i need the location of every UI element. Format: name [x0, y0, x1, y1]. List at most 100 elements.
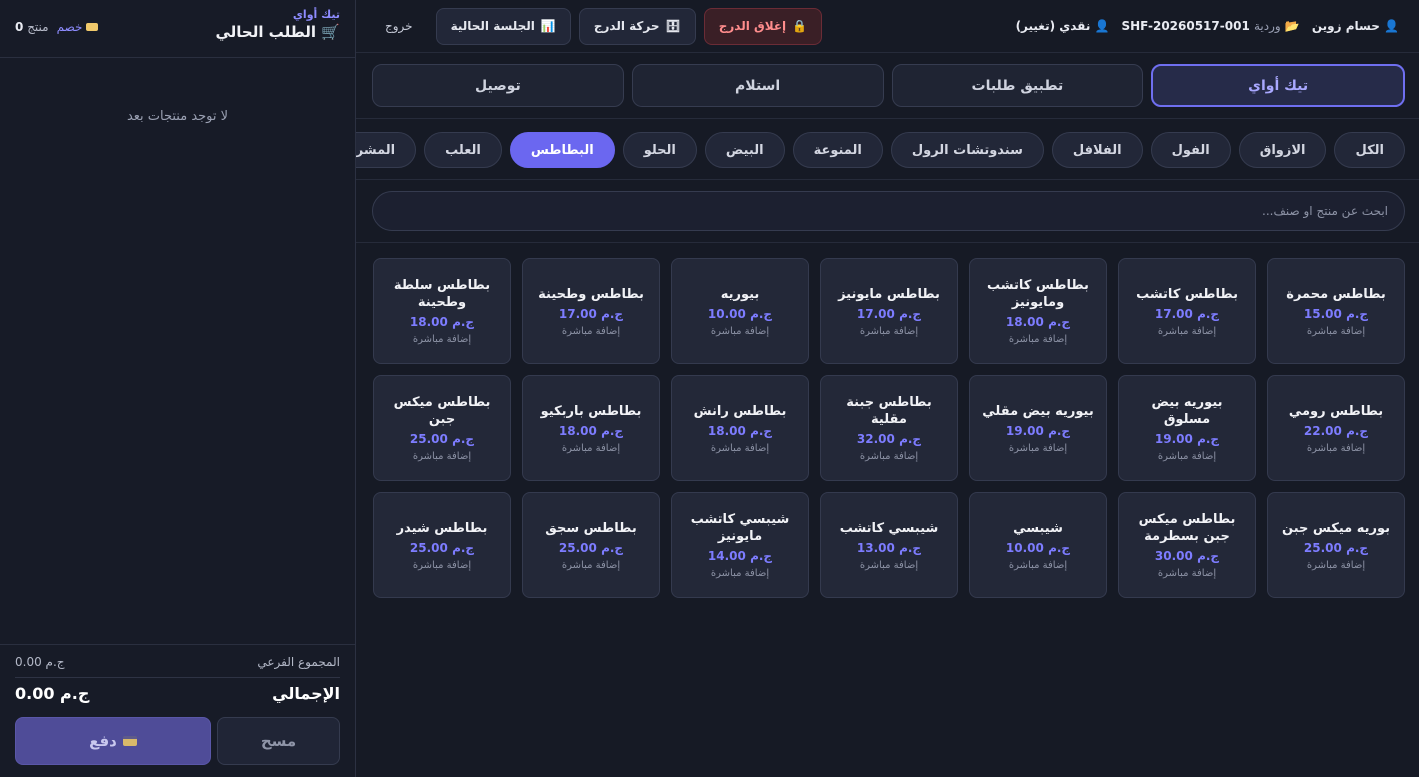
product-card[interactable]: بوريه ميكس جبن ج.م 25.00 إضافة مباشرة — [1267, 492, 1405, 598]
folder-icon: 📂 — [1284, 19, 1300, 33]
product-name: بيوريه — [720, 286, 760, 302]
subtotal-row: المجموع الفرعي ج.م 0.00 — [15, 655, 340, 669]
category-all[interactable]: الكل — [1334, 132, 1405, 168]
product-card[interactable]: بطاطس ميكس جبن ج.م 25.00 إضافة مباشرة — [373, 375, 511, 481]
cart-panel: تيك أواي 🛒 الطلب الحالي منتج 0 خصم لا تو… — [0, 0, 356, 777]
product-price: ج.م 25.00 — [409, 432, 475, 446]
product-price: ج.م 17.00 — [856, 306, 922, 321]
order-type-delivery[interactable]: توصيل — [372, 64, 624, 107]
top-bar: 👤 حسام زوين 📂 وردية SHF-20260517-001 👤 ن… — [356, 0, 1419, 53]
product-card[interactable]: بطاطس كاتشب ومايونيز ج.م 18.00 إضافة مباشر… — [969, 258, 1107, 364]
category-eggs[interactable]: البيض — [704, 132, 785, 168]
product-card[interactable]: بطاطس سجق ج.م 25.00 إضافة مباشرة — [522, 492, 660, 598]
payment-mode[interactable]: 👤 نقدي (تغيير) — [1016, 19, 1110, 33]
product-card[interactable]: بطاطس رانش ج.م 18.00 إضافة مباشرة — [671, 375, 809, 481]
product-add-label: إضافة مباشرة — [859, 451, 919, 462]
category-sweets[interactable]: الحلو — [622, 132, 697, 168]
product-price: ج.م 10.00 — [1005, 540, 1071, 555]
product-add-label: إضافة مباشرة — [412, 559, 472, 571]
product-card[interactable]: شيبسي كاتشب مايونيز ج.م 14.00 إضافة مباشرة — [671, 492, 809, 598]
product-card[interactable]: بطاطس باربكيو ج.م 18.00 إضافة مباشرة — [522, 375, 660, 481]
product-price: ج.م 25.00 — [1303, 540, 1369, 555]
credit-card-icon — [122, 736, 137, 746]
search-input[interactable] — [372, 191, 1405, 231]
category-azwaq[interactable]: الازواق — [1238, 132, 1327, 168]
cart-title-block: تيك أواي 🛒 الطلب الحالي — [215, 8, 340, 41]
product-add-label: إضافة مباشرة — [561, 325, 621, 337]
product-name: بطاطس ميكس جبن — [393, 395, 491, 427]
product-name: بطاطس كاتشب — [1136, 286, 1238, 302]
product-price: ج.م 17.00 — [558, 306, 624, 321]
product-card[interactable]: بيوريه بيض مقلي ج.م 19.00 إضافة مباشرة — [969, 375, 1107, 481]
product-price: ج.م 14.00 — [707, 549, 773, 563]
product-card[interactable]: بطاطس رومي ج.م 22.00 إضافة مباشرة — [1267, 375, 1405, 481]
clear-button[interactable]: مسح — [217, 717, 340, 765]
product-card[interactable]: بيوريه ج.م 10.00 إضافة مباشرة — [671, 258, 809, 364]
category-drinks[interactable]: المشروبات — [356, 132, 417, 168]
product-card[interactable]: بطاطس جبنة مقلية ج.م 32.00 إضافة مباشرة — [820, 375, 958, 481]
product-price: ج.م 17.00 — [1154, 306, 1220, 321]
product-add-label: إضافة مباشرة — [1157, 325, 1217, 337]
product-card[interactable]: بطاطس سلطة وطحينة ج.م 18.00 إضافة مباشرة — [373, 258, 511, 364]
logout-button[interactable]: خروج — [370, 8, 428, 45]
category-potatoes[interactable]: البطاطس — [509, 132, 615, 168]
order-type-pickup[interactable]: استلام — [631, 64, 884, 107]
product-card[interactable]: بطاطس ميكس جبن بسطرمة ج.م 30.00 إضافة مباش… — [1118, 492, 1256, 598]
category-boxes[interactable]: العلب — [424, 132, 502, 168]
product-price: ج.م 18.00 — [707, 423, 773, 438]
product-price: ج.م 10.00 — [707, 306, 773, 321]
product-card[interactable]: بطاطس مايونيز ج.م 17.00 إضافة مباشرة — [820, 258, 958, 364]
product-card[interactable]: بطاطس شيدر ج.م 25.00 إضافة مباشرة — [373, 492, 511, 598]
product-card[interactable]: شيبسي كاتشب ج.م 13.00 إضافة مباشرة — [820, 492, 958, 598]
category-roll-sandwiches[interactable]: سندوتشات الرول — [890, 132, 1044, 168]
shopping-cart-icon: 🛒 — [321, 23, 340, 41]
pay-button[interactable]: دفع — [15, 717, 211, 765]
product-name: بوريه ميكس جبن — [1282, 520, 1390, 536]
order-type-app[interactable]: تطبيق طلبات — [891, 64, 1144, 107]
category-bar: الكل الازواق الفول الفلافل سندوتشات الرو… — [356, 118, 1419, 180]
order-type-takeaway[interactable]: تيك أواي — [1151, 64, 1405, 107]
divider — [15, 677, 340, 678]
product-name: شيبسي كاتشب مايونيز — [690, 512, 790, 544]
product-add-label: إضافة مباشرة — [1306, 442, 1366, 454]
product-card[interactable]: شيبسي ج.م 10.00 إضافة مباشرة — [969, 492, 1107, 598]
product-name: بيوريه بيض مقلي — [982, 403, 1094, 419]
total-label: الإجمالي — [272, 684, 340, 703]
cart-title-text: الطلب الحالي — [215, 23, 317, 41]
shift: 📂 وردية SHF-20260517-001 — [1121, 19, 1299, 33]
product-add-label: إضافة مباشرة — [561, 442, 621, 454]
product-card[interactable]: بطاطس محمرة ج.م 15.00 إضافة مباشرة — [1267, 258, 1405, 364]
product-card[interactable]: بيوريه بيض مسلوق ج.م 19.00 إضافة مباشرة — [1118, 375, 1256, 481]
product-add-label: إضافة مباشرة — [710, 568, 770, 579]
category-falafel[interactable]: الفلافل — [1051, 132, 1143, 168]
product-price: ج.م 30.00 — [1154, 549, 1220, 563]
drawer-movement-label: حركة الدرج — [593, 19, 660, 33]
category-foul[interactable]: الفول — [1150, 132, 1231, 168]
product-price: ج.م 18.00 — [409, 315, 475, 329]
order-type-tabs: تيك أواي تطبيق طلبات استلام توصيل — [372, 64, 1405, 107]
product-name: شيبسي — [1013, 520, 1063, 536]
product-add-label: إضافة مباشرة — [1306, 559, 1366, 571]
product-name: بطاطس محمرة — [1286, 286, 1386, 302]
product-price: ج.م 22.00 — [1303, 423, 1369, 438]
product-name: بطاطس شيدر — [396, 520, 488, 536]
product-price: ج.م 15.00 — [1303, 306, 1369, 321]
discount-button[interactable]: خصم — [57, 20, 99, 34]
product-name: بطاطس كاتشب ومايونيز — [987, 278, 1089, 310]
product-name: شيبسي كاتشب — [839, 520, 939, 536]
user-name: حسام زوين — [1311, 19, 1380, 33]
tag-icon — [86, 23, 99, 31]
product-add-label: إضافة مباشرة — [1008, 334, 1068, 345]
header-actions: 🔒 إغلاق الدرج 🗄 حركة الدرج 📊 الجلسة الحالية… — [370, 7, 823, 45]
product-price: ج.م 25.00 — [409, 540, 475, 555]
category-misc[interactable]: المنوعة — [792, 132, 883, 168]
current-session-button[interactable]: 📊 الجلسة الحالية — [435, 7, 571, 45]
drawer-movement-button[interactable]: 🗄 حركة الدرج — [578, 7, 696, 45]
product-card[interactable]: بطاطس وطحينة ج.م 17.00 إضافة مباشرة — [522, 258, 660, 364]
cart-empty-message: لا توجد منتجات بعد — [126, 109, 229, 124]
product-price: ج.م 18.00 — [1005, 315, 1071, 329]
shift-label: وردية — [1253, 19, 1281, 33]
close-drawer-button[interactable]: 🔒 إغلاق الدرج — [703, 7, 823, 45]
product-card[interactable]: بطاطس كاتشب ج.م 17.00 إضافة مباشرة — [1118, 258, 1256, 364]
current-session-label: الجلسة الحالية — [450, 19, 535, 33]
